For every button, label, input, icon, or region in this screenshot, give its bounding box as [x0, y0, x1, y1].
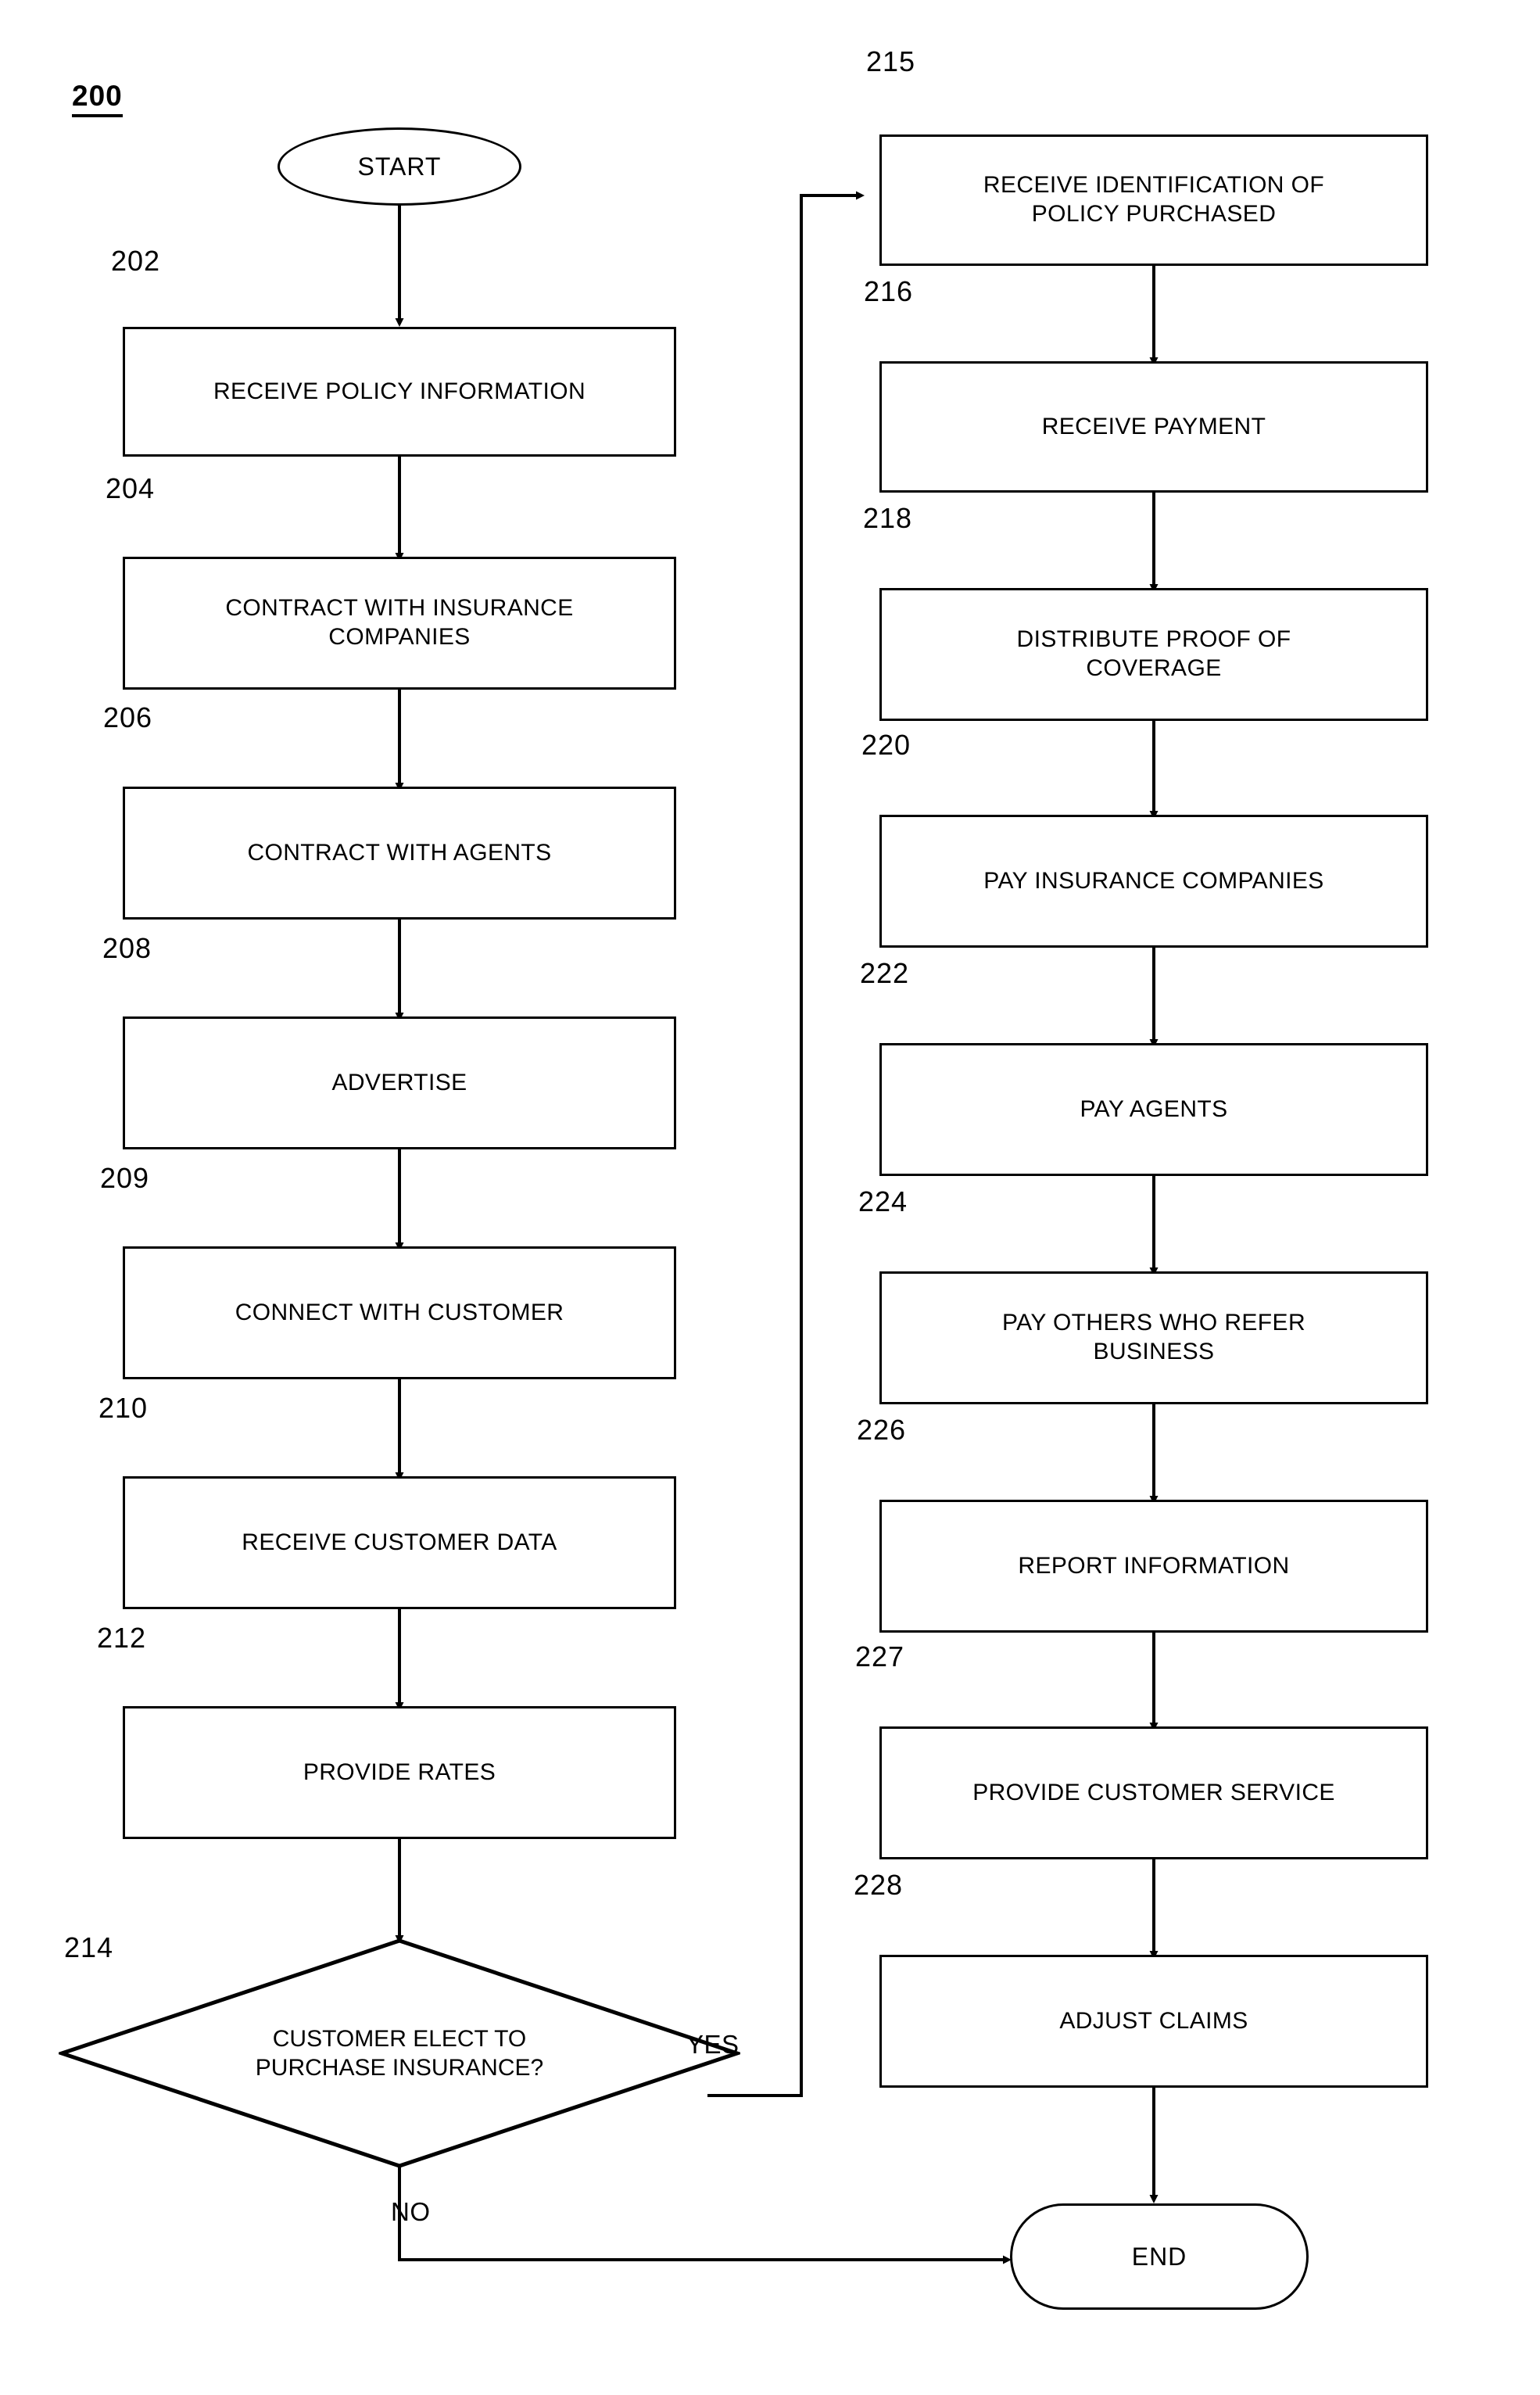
process-box-224: PAY OTHERS WHO REFER BUSINESS [879, 1271, 1428, 1404]
ref-label-215: 215 [866, 45, 916, 77]
ref-label-228: 228 [854, 1869, 904, 1901]
decision-diamond-214-label: CUSTOMER ELECT TO PURCHASE INSURANCE? [255, 2025, 544, 2081]
terminal-end-label: END [1131, 2242, 1187, 2271]
ref-label-204: 204 [106, 472, 156, 504]
process-box-216: RECEIVE PAYMENT [879, 361, 1428, 493]
branch-label-yes: YES [686, 2030, 740, 2059]
terminal-end: END [1010, 2203, 1309, 2310]
process-box-218: DISTRIBUTE PROOF OF COVERAGE [879, 588, 1428, 721]
ref-label-208: 208 [102, 932, 152, 964]
ref-label-222: 222 [860, 957, 910, 989]
process-box-212-label: PROVIDE RATES [303, 1759, 496, 1785]
ref-label-226: 226 [857, 1414, 907, 1446]
process-box-220: PAY INSURANCE COMPANIES [879, 815, 1428, 948]
no-branch-path [398, 2166, 1012, 2264]
process-box-212: PROVIDE RATES [123, 1706, 676, 1839]
process-box-209: CONNECT WITH CUSTOMER [123, 1246, 676, 1379]
ref-label-210: 210 [98, 1392, 149, 1424]
ref-label-202: 202 [111, 245, 161, 277]
ref-label-212: 212 [97, 1622, 147, 1654]
process-box-204: CONTRACT WITH INSURANCE COMPANIES [123, 557, 676, 690]
process-box-228: ADJUST CLAIMS [879, 1955, 1428, 2088]
process-box-215: RECEIVE IDENTIFICATION OF POLICY PURCHASE… [879, 134, 1428, 266]
process-box-204-label: CONTRACT WITH INSURANCE COMPANIES [225, 595, 574, 650]
process-box-228-label: ADJUST CLAIMS [1059, 2007, 1248, 2034]
process-box-227: PROVIDE CUSTOMER SERVICE [879, 1726, 1428, 1859]
ref-label-206: 206 [103, 701, 153, 733]
process-box-222: PAY AGENTS [879, 1043, 1428, 1176]
process-box-226: REPORT INFORMATION [879, 1500, 1428, 1633]
process-box-206: CONTRACT WITH AGENTS [123, 787, 676, 920]
process-box-222-label: PAY AGENTS [1080, 1095, 1228, 1122]
figure-reference-200: 200 [72, 80, 123, 117]
process-box-220-label: PAY INSURANCE COMPANIES [983, 867, 1324, 894]
terminal-start-label: START [357, 152, 442, 181]
ref-label-224: 224 [858, 1185, 908, 1217]
process-box-202: RECEIVE POLICY INFORMATION [123, 327, 676, 457]
process-box-202-label: RECEIVE POLICY INFORMATION [213, 378, 586, 404]
process-box-210: RECEIVE CUSTOMER DATA [123, 1476, 676, 1609]
ref-label-209: 209 [100, 1162, 150, 1194]
process-box-226-label: REPORT INFORMATION [1018, 1552, 1290, 1579]
process-box-215-label: RECEIVE IDENTIFICATION OF POLICY PURCHASE… [983, 172, 1325, 227]
ref-label-227: 227 [855, 1640, 905, 1673]
ref-label-214: 214 [64, 1931, 114, 1963]
terminal-start: START [278, 127, 521, 206]
ref-label-220: 220 [861, 729, 911, 761]
process-box-209-label: CONNECT WITH CUSTOMER [235, 1299, 564, 1325]
process-box-227-label: PROVIDE CUSTOMER SERVICE [972, 1779, 1335, 1805]
process-box-224-label: PAY OTHERS WHO REFER BUSINESS [1001, 1310, 1306, 1364]
yes-branch-path [707, 191, 865, 2097]
process-box-208: ADVERTISE [123, 1016, 676, 1149]
decision-diamond-214: CUSTOMER ELECT TO PURCHASE INSURANCE? [56, 1938, 743, 2168]
process-box-216-label: RECEIVE PAYMENT [1041, 413, 1266, 439]
process-box-218-label: DISTRIBUTE PROOF OF COVERAGE [1016, 626, 1291, 681]
branch-label-no: NO [391, 2197, 431, 2226]
process-box-208-label: ADVERTISE [331, 1069, 467, 1095]
ref-label-216: 216 [864, 275, 914, 307]
ref-label-218: 218 [863, 502, 913, 534]
flowchart-figure: 200 START RECEIVE POLICY INFORMATION 202… [0, 0, 1540, 2395]
process-box-206-label: CONTRACT WITH AGENTS [247, 839, 552, 866]
process-box-210-label: RECEIVE CUSTOMER DATA [242, 1529, 557, 1555]
